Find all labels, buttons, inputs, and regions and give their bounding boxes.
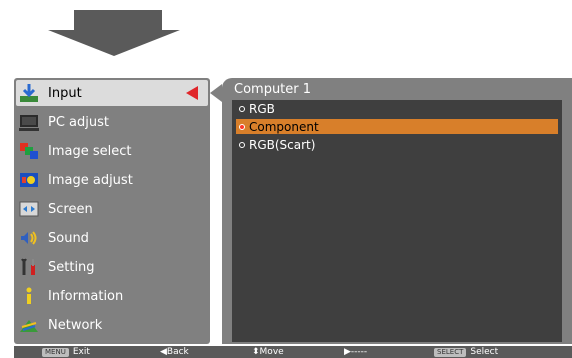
menu-item-input[interactable]: Input: [16, 80, 208, 106]
select-hint: SELECT Select: [434, 346, 498, 358]
back-hint: ◀ Back: [160, 346, 189, 358]
menu-label: Image adjust: [48, 172, 133, 188]
screen-icon: [18, 198, 40, 220]
back-label: Back: [166, 347, 189, 357]
menu-item-image-adjust[interactable]: Image adjust: [16, 167, 208, 193]
menu-label: Screen: [48, 201, 93, 217]
menu-item-setting[interactable]: Setting: [16, 254, 208, 280]
select-label: Select: [470, 347, 499, 357]
menu-label: Network: [48, 317, 103, 333]
option-label: Component: [249, 119, 319, 134]
option-label: RGB: [249, 101, 275, 116]
exit-label: Exit: [72, 347, 90, 357]
menu-item-network[interactable]: Network: [16, 312, 208, 338]
next-label: -----: [350, 347, 368, 357]
move-hint: ⬍ Move: [252, 346, 284, 358]
up-down-arrow-icon: ⬍: [252, 347, 260, 357]
submenu-options: RGB Component RGB(Scart): [232, 100, 562, 342]
submenu-title: Computer 1: [234, 82, 312, 97]
menu-label: Sound: [48, 230, 89, 246]
right-arrow-icon: ▶: [344, 347, 351, 357]
menu-label: Information: [48, 288, 124, 304]
menu-key: MENU: [42, 347, 69, 357]
setting-icon: [18, 256, 40, 278]
main-menu: Input PC adjust Image select Image adjus…: [14, 78, 210, 344]
exit-hint: MENU Exit: [42, 346, 90, 358]
submenu-panel: Computer 1 RGB Component RGB(Scart): [222, 78, 572, 344]
menu-label: Setting: [48, 259, 95, 275]
image-adjust-icon: [18, 169, 40, 191]
menu-item-sound[interactable]: Sound: [16, 225, 208, 251]
selection-pointer-icon: [186, 86, 198, 100]
menu-item-image-select[interactable]: Image select: [16, 138, 208, 164]
down-arrow-icon: [48, 30, 180, 56]
menu-item-screen[interactable]: Screen: [16, 196, 208, 222]
menu-item-pc-adjust[interactable]: PC adjust: [16, 109, 208, 135]
radio-icon: [239, 105, 245, 112]
pc-adjust-icon: [18, 111, 40, 133]
option-rgb-scart[interactable]: RGB(Scart): [236, 137, 558, 152]
select-key: SELECT: [434, 347, 467, 357]
submenu-connector: [210, 84, 222, 102]
menu-item-information[interactable]: Information: [16, 283, 208, 309]
input-icon: [18, 82, 40, 104]
menu-label: Input: [48, 85, 82, 101]
network-icon: [18, 314, 40, 336]
option-label: RGB(Scart): [249, 137, 316, 152]
move-label: Move: [259, 347, 284, 357]
option-component[interactable]: Component: [236, 119, 558, 134]
status-bar: MENU Exit ◀ Back ⬍ Move ▶ ----- SELECT S…: [14, 346, 572, 358]
option-rgb[interactable]: RGB: [236, 101, 558, 116]
down-arrow-shaft: [74, 10, 162, 30]
menu-label: PC adjust: [48, 114, 109, 130]
information-icon: [18, 285, 40, 307]
radio-selected-icon: [239, 123, 245, 130]
next-hint: ▶ -----: [344, 346, 367, 358]
menu-label: Image select: [48, 143, 132, 159]
radio-icon: [239, 141, 245, 148]
image-select-icon: [18, 140, 40, 162]
left-arrow-icon: ◀: [160, 347, 167, 357]
sound-icon: [18, 227, 40, 249]
